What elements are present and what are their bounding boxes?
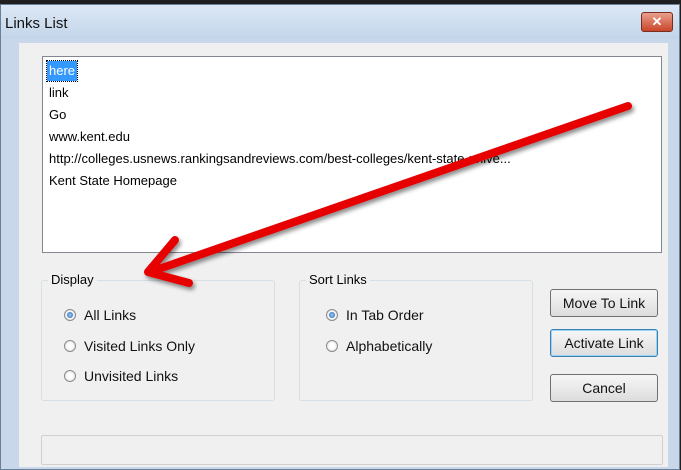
arrow-shape — [144, 102, 632, 287]
annotation-arrow — [144, 102, 632, 287]
